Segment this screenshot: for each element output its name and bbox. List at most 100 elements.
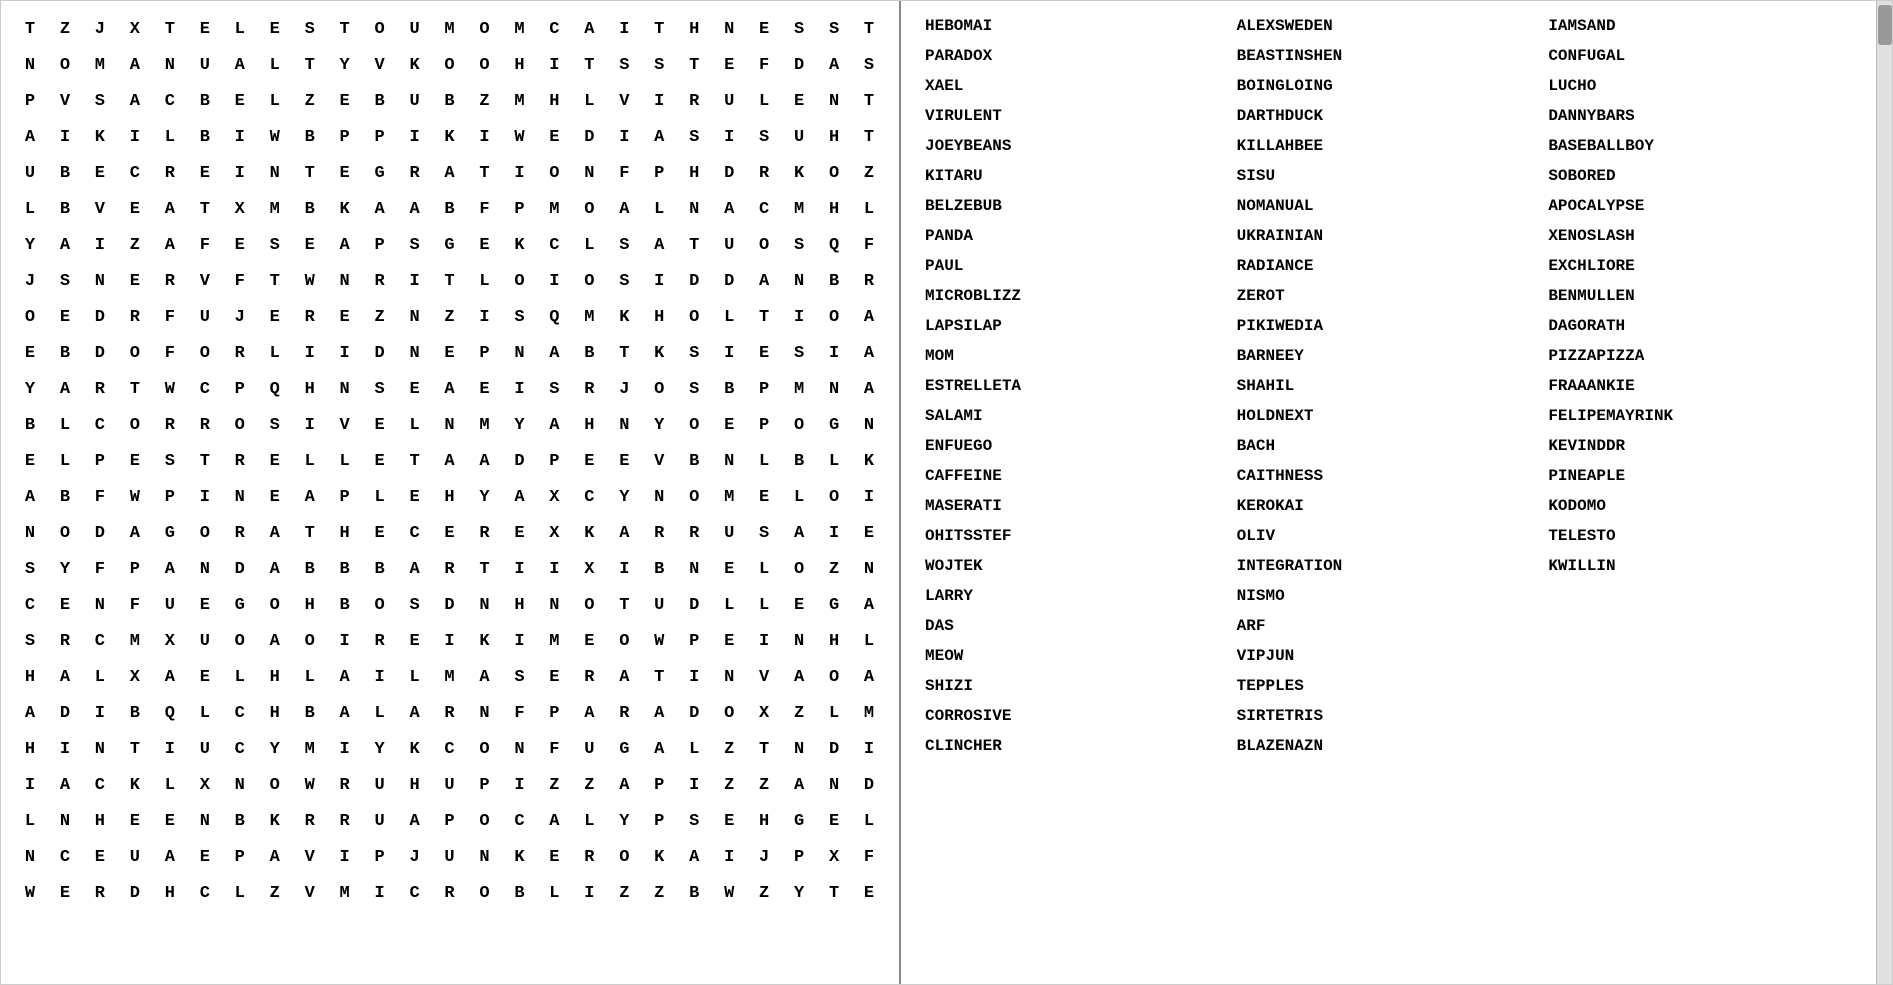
scrollbar-area[interactable] xyxy=(1876,1,1892,984)
grid-cell-11-5: R xyxy=(188,407,222,443)
grid-cell-21-14: I xyxy=(502,767,536,803)
grid-cell-22-9: R xyxy=(328,803,362,839)
grid-cell-13-14: A xyxy=(502,479,536,515)
grid-cell-6-4: A xyxy=(153,227,187,263)
grid-cell-11-18: Y xyxy=(642,407,676,443)
grid-cell-7-12: T xyxy=(433,263,467,299)
grid-cell-18-7: H xyxy=(258,659,292,695)
grid-cell-8-6: J xyxy=(223,299,257,335)
grid-cell-10-2: R xyxy=(83,371,117,407)
grid-cell-14-18: R xyxy=(642,515,676,551)
grid-cell-4-0: U xyxy=(13,155,47,191)
grid-cell-9-21: E xyxy=(747,335,781,371)
grid-cell-24-18: Z xyxy=(642,875,676,911)
grid-cell-0-7: E xyxy=(258,11,292,47)
grid-cell-16-21: L xyxy=(747,587,781,623)
grid-cell-10-12: A xyxy=(433,371,467,407)
grid-cell-22-7: K xyxy=(258,803,292,839)
word-item-15-2: PINEAPLE xyxy=(1544,461,1856,491)
grid-cell-5-17: A xyxy=(607,191,641,227)
grid-cell-3-21: S xyxy=(747,119,781,155)
grid-cell-5-7: M xyxy=(258,191,292,227)
grid-cell-18-22: A xyxy=(782,659,816,695)
grid-cell-8-11: N xyxy=(398,299,432,335)
grid-cell-4-1: B xyxy=(48,155,82,191)
grid-cell-0-2: J xyxy=(83,11,117,47)
grid-cell-5-3: E xyxy=(118,191,152,227)
grid-cell-4-12: A xyxy=(433,155,467,191)
grid-cell-6-10: P xyxy=(363,227,397,263)
scrollbar-thumb[interactable] xyxy=(1878,5,1892,45)
word-item-19-1: NISMO xyxy=(1233,581,1545,611)
grid-cell-11-13: M xyxy=(467,407,501,443)
grid-cell-10-9: N xyxy=(328,371,362,407)
grid-cell-15-12: R xyxy=(433,551,467,587)
grid-cell-7-4: R xyxy=(153,263,187,299)
grid-cell-4-3: C xyxy=(118,155,152,191)
grid-cell-13-9: P xyxy=(328,479,362,515)
grid-cell-19-11: A xyxy=(398,695,432,731)
grid-cell-1-6: A xyxy=(223,47,257,83)
grid-cell-18-17: A xyxy=(607,659,641,695)
grid-cell-19-14: F xyxy=(502,695,536,731)
grid-cell-24-20: W xyxy=(712,875,746,911)
grid-cell-17-6: O xyxy=(223,623,257,659)
grid-cell-15-24: N xyxy=(852,551,886,587)
grid-cell-4-6: I xyxy=(223,155,257,191)
grid-cell-20-16: U xyxy=(572,731,606,767)
grid-cell-5-20: A xyxy=(712,191,746,227)
grid-cell-4-14: I xyxy=(502,155,536,191)
grid-cell-8-7: E xyxy=(258,299,292,335)
grid-cell-15-14: I xyxy=(502,551,536,587)
grid-cell-7-13: L xyxy=(467,263,501,299)
grid-cell-1-1: O xyxy=(48,47,82,83)
grid-cell-21-21: Z xyxy=(747,767,781,803)
grid-cell-22-4: E xyxy=(153,803,187,839)
grid-cell-10-10: S xyxy=(363,371,397,407)
grid-cell-7-17: S xyxy=(607,263,641,299)
grid-cell-8-19: O xyxy=(677,299,711,335)
grid-cell-3-16: D xyxy=(572,119,606,155)
grid-cell-0-8: S xyxy=(293,11,327,47)
grid-cell-21-7: O xyxy=(258,767,292,803)
grid-cell-3-5: B xyxy=(188,119,222,155)
grid-cell-8-12: Z xyxy=(433,299,467,335)
word-item-3-1: DARTHDUCK xyxy=(1233,101,1545,131)
grid-cell-23-3: U xyxy=(118,839,152,875)
grid-cell-11-9: V xyxy=(328,407,362,443)
grid-cell-18-18: T xyxy=(642,659,676,695)
grid-cell-5-16: O xyxy=(572,191,606,227)
grid-cell-17-21: I xyxy=(747,623,781,659)
grid-cell-21-5: X xyxy=(188,767,222,803)
grid-cell-6-14: K xyxy=(502,227,536,263)
grid-cell-5-15: M xyxy=(537,191,571,227)
grid-cell-19-23: L xyxy=(817,695,851,731)
grid-cell-8-22: I xyxy=(782,299,816,335)
grid-cell-5-8: B xyxy=(293,191,327,227)
grid-cell-21-18: P xyxy=(642,767,676,803)
word-item-10-1: PIKIWEDIA xyxy=(1233,311,1545,341)
grid-cell-19-19: D xyxy=(677,695,711,731)
grid-cell-7-20: D xyxy=(712,263,746,299)
grid-cell-17-16: E xyxy=(572,623,606,659)
grid-cell-22-5: N xyxy=(188,803,222,839)
grid-cell-24-17: Z xyxy=(607,875,641,911)
grid-cell-8-21: T xyxy=(747,299,781,335)
grid-cell-19-13: N xyxy=(467,695,501,731)
grid-cell-6-13: E xyxy=(467,227,501,263)
grid-cell-16-0: C xyxy=(13,587,47,623)
grid-cell-15-13: T xyxy=(467,551,501,587)
grid-cell-23-11: J xyxy=(398,839,432,875)
grid-cell-22-18: P xyxy=(642,803,676,839)
grid-cell-13-0: A xyxy=(13,479,47,515)
grid-cell-5-10: A xyxy=(363,191,397,227)
grid-cell-15-6: D xyxy=(223,551,257,587)
grid-cell-10-16: R xyxy=(572,371,606,407)
grid-cell-21-0: I xyxy=(13,767,47,803)
grid-cell-24-6: L xyxy=(223,875,257,911)
grid-cell-4-10: G xyxy=(363,155,397,191)
grid-cell-11-7: S xyxy=(258,407,292,443)
grid-cell-20-7: Y xyxy=(258,731,292,767)
grid-cell-11-1: L xyxy=(48,407,82,443)
grid-cell-23-23: X xyxy=(817,839,851,875)
